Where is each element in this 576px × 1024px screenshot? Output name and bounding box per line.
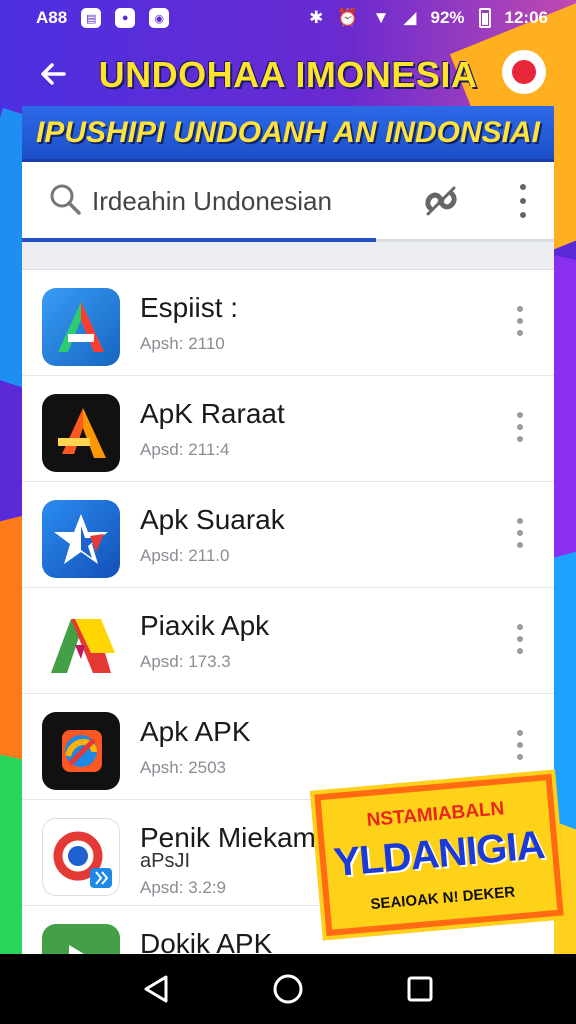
dot — [517, 518, 523, 524]
app-version: Apsd: 3.2:9 — [140, 878, 227, 897]
dot — [517, 412, 523, 418]
list-item[interactable]: Piaxik Apk Apsd: 173.3 — [22, 588, 554, 694]
app-name: Piaxik Apk — [140, 610, 270, 641]
dot — [520, 212, 526, 218]
home-circle-icon — [273, 974, 303, 1004]
battery-icon — [478, 8, 491, 28]
app-name: Espiist : — [140, 292, 239, 323]
app-name: Dokik APK — [140, 928, 273, 954]
more-vert-icon[interactable] — [516, 624, 524, 654]
app-version: Apsd: 173.3 — [140, 652, 231, 671]
app-subtitle: aPsJI — [140, 850, 191, 872]
play-icon — [69, 945, 84, 954]
nav-home-button[interactable] — [270, 971, 306, 1007]
list-item[interactable]: Apk Suarak Apsd: 211.0 — [22, 482, 554, 588]
letter-a-icon — [58, 302, 104, 352]
app-name: Apk Suarak — [140, 504, 285, 535]
list-item[interactable]: ApK Raraat Apsd: 211:4 — [22, 376, 554, 482]
dot — [517, 542, 523, 548]
banner: IPUSHIPI UNDOANH AN INDONSIAI — [22, 106, 554, 162]
clock: 12:06 — [504, 8, 548, 27]
wifi-icon: ▼ — [372, 8, 390, 27]
dot — [517, 436, 523, 442]
status-left: A88 ▤ ● ◉ — [36, 8, 170, 28]
dot — [517, 530, 523, 536]
nav-recents-button[interactable] — [402, 971, 438, 1007]
more-vert-icon[interactable] — [516, 412, 524, 442]
battery-percent: 92% — [430, 8, 465, 27]
dot — [517, 330, 523, 336]
bluetooth-icon: ✱ — [309, 8, 324, 27]
app-icon — [42, 394, 120, 472]
dot — [517, 318, 523, 324]
dot — [520, 198, 526, 204]
app-version: Apsh: 2503 — [140, 758, 227, 777]
more-vert-icon[interactable] — [516, 306, 524, 336]
circle-icon: ● — [115, 8, 136, 28]
search-bar[interactable]: Irdeahin Undonesian — [22, 162, 554, 242]
camera-icon: ◉ — [149, 8, 170, 28]
alarm-icon: ⏰ — [337, 8, 359, 27]
app-name: ApK Raraat — [140, 398, 285, 429]
dot — [517, 742, 523, 748]
app-version: Apsd: 211:4 — [140, 440, 230, 459]
search-input[interactable]: Irdeahin Undonesian — [92, 186, 332, 217]
promo-bottom-text: SEAIOAK N! DEKER — [369, 883, 516, 914]
app-icon — [42, 712, 120, 790]
chat-button[interactable] — [502, 50, 546, 94]
more-vert-icon[interactable] — [516, 730, 524, 760]
promo-inner: NSTAMIABALN YLDANIGIA SEAIOAK N! DEKER — [320, 780, 558, 930]
dot — [517, 636, 523, 642]
dot — [517, 648, 523, 654]
recents-square-icon — [407, 976, 433, 1002]
app-icon — [42, 500, 120, 578]
app-icon — [42, 606, 120, 684]
message-icon: ▤ — [81, 8, 102, 28]
app-icon — [42, 818, 120, 896]
dot — [520, 184, 526, 190]
app-version: Apsd: 211.0 — [140, 546, 230, 565]
ring-icon — [53, 831, 112, 888]
more-vert-icon[interactable] — [516, 518, 524, 548]
app-version: Apsh: 2110 — [140, 334, 225, 353]
letter-a-icon — [58, 408, 106, 458]
status-right: ✱ ⏰ ▼ ◢ 92% 12:06 — [309, 8, 548, 28]
dot — [517, 306, 523, 312]
list-item[interactable]: Espiist : Apsh: 2110 — [22, 270, 554, 376]
status-bar: A88 ▤ ● ◉ ✱ ⏰ ▼ ◢ 92% 12:06 — [0, 0, 576, 36]
flag-icon — [51, 619, 115, 673]
promo-badge[interactable]: NSTAMIABALN YLDANIGIA SEAIOAK N! DEKER — [309, 769, 569, 941]
search-icon — [50, 184, 81, 215]
app-bar: UNDOHAA IMONESIA — [0, 44, 576, 106]
dot — [517, 730, 523, 736]
dot — [517, 754, 523, 760]
link-icon[interactable] — [420, 180, 462, 222]
navigation-bar — [0, 954, 576, 1024]
divider-spacer — [22, 242, 554, 270]
star-icon — [54, 514, 108, 564]
back-triangle-icon — [144, 975, 168, 1003]
app-icon — [42, 288, 120, 366]
more-vert-icon[interactable] — [516, 180, 530, 222]
nav-back-button[interactable] — [138, 971, 174, 1007]
banner-text: IPUSHIPI UNDOANH AN INDONSIAI — [36, 115, 540, 149]
carrier-text: A88 — [36, 8, 68, 27]
signal-icon: ◢ — [403, 8, 417, 27]
dot — [517, 624, 523, 630]
swirl-icon — [62, 730, 102, 772]
app-icon — [42, 924, 120, 954]
dot — [517, 424, 523, 430]
chat-bubble-icon — [512, 60, 536, 84]
search-underline — [22, 238, 376, 242]
app-title: UNDOHAA IMONESIA — [98, 54, 478, 95]
app-name: Apk APK — [140, 716, 251, 747]
